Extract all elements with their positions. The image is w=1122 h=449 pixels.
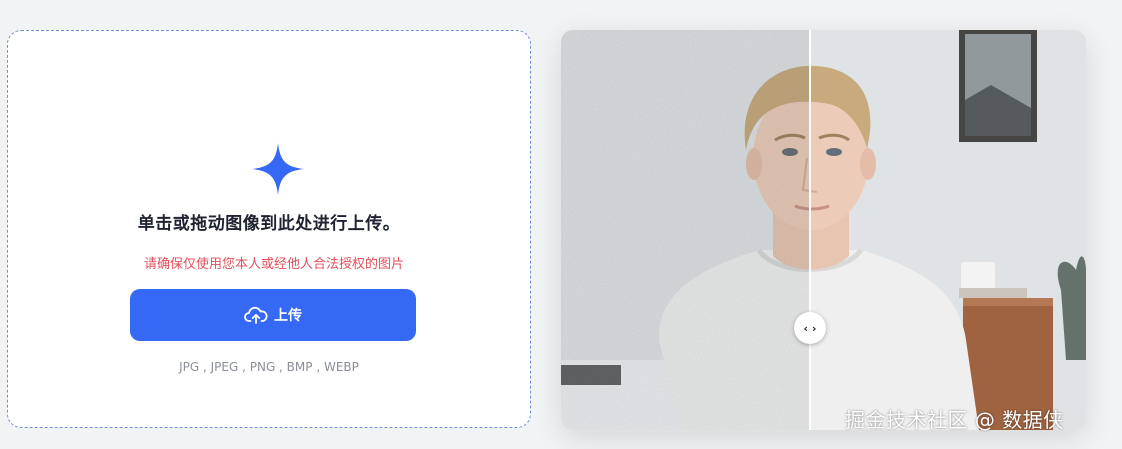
upload-button[interactable]: 上传 (130, 289, 416, 341)
upload-notice: 请确保仅使用您本人或经他人合法授权的图片 (143, 257, 404, 272)
handle-glyph: ‹ › (803, 321, 817, 335)
upload-headline: 单击或拖动图像到此处进行上传。 (137, 214, 401, 234)
comparison-divider[interactable] (809, 30, 811, 430)
watermark: 掘金技术社区 @ 数据侠 (845, 408, 1064, 432)
supported-formats: JPG , JPEG , PNG , BMP , WEBP (179, 360, 359, 374)
comparison-photo (561, 30, 1086, 430)
upload-dropzone[interactable]: 单击或拖动图像到此处进行上传。 请确保仅使用您本人或经他人合法授权的图片 上传 … (7, 30, 531, 428)
before-after-comparison[interactable]: ‹ › (561, 30, 1086, 430)
sparkle-icon (252, 143, 304, 195)
compare-arrows-icon[interactable]: ‹ › (794, 312, 826, 344)
upload-button-label: 上传 (274, 308, 302, 324)
cloud-upload-icon (244, 306, 268, 324)
